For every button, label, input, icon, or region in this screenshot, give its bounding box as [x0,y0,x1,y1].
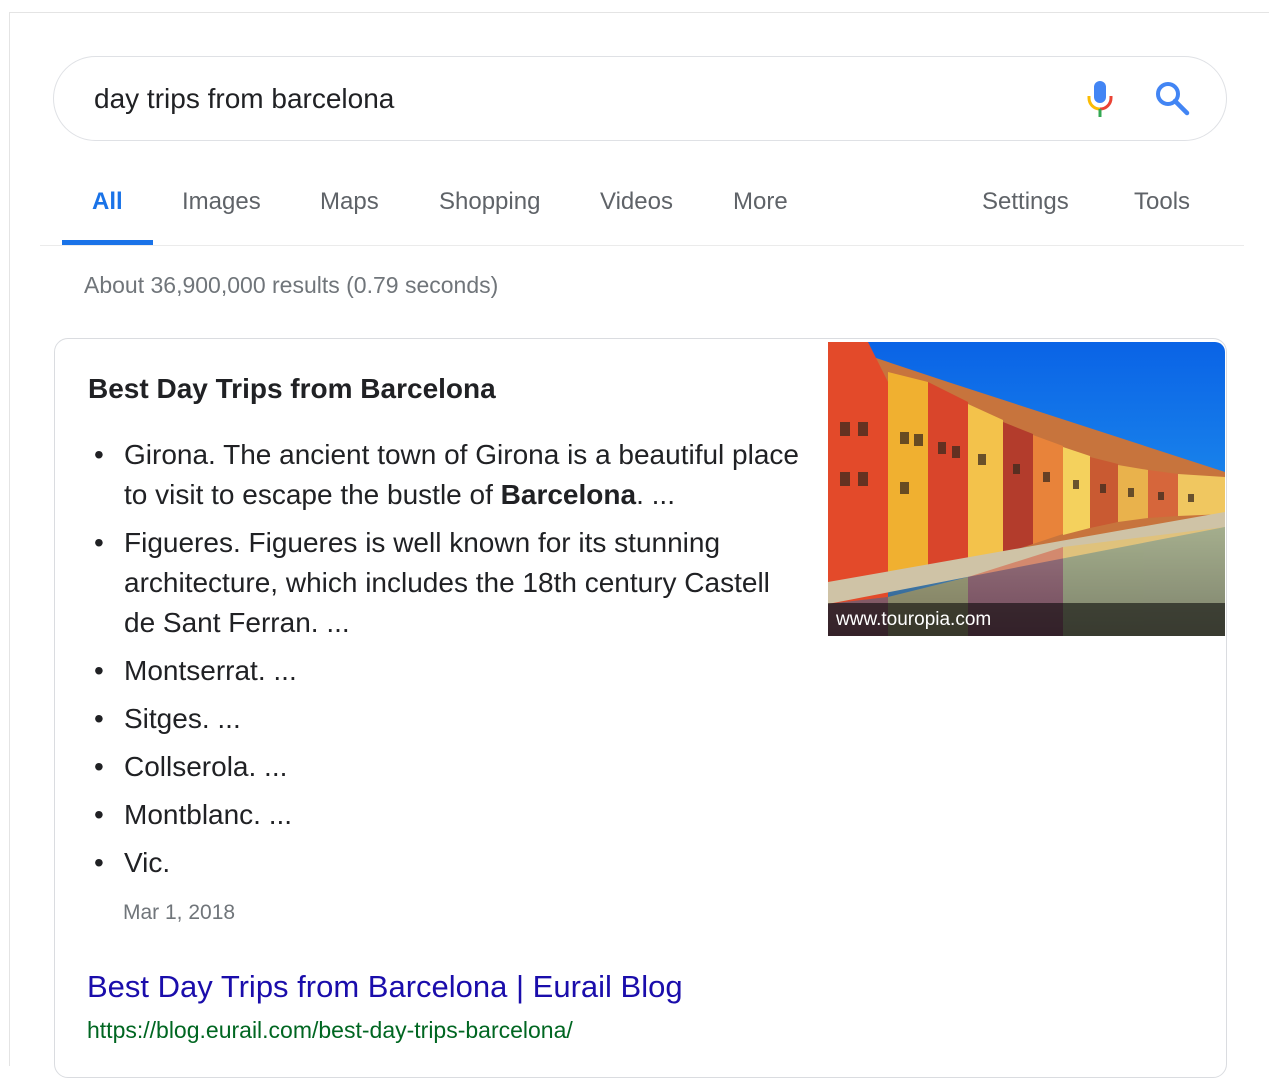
girona-photo [828,342,1225,636]
bullet: • [94,751,104,782]
result-stats: About 36,900,000 results (0.79 seconds) [84,272,499,298]
tab-maps[interactable]: Maps [320,188,379,216]
list-item-text: Figueres. Figueres is well known for its… [124,527,770,638]
tab-shopping[interactable]: Shopping [439,188,540,216]
list-item-bold: Barcelona [500,479,637,510]
list-item-text: Montblanc. ... [124,799,293,830]
bullet: • [94,847,104,878]
bullet: • [94,655,104,686]
search-tabs: All Images Maps Shopping Videos More Set… [40,172,1244,246]
tab-more[interactable]: More [733,188,788,216]
list-item: • Vic. [88,843,808,883]
list-item: • Girona. The ancient town of Girona is a… [88,435,808,515]
tab-settings[interactable]: Settings [982,188,1069,216]
tab-tools[interactable]: Tools [1134,188,1190,216]
search-bar[interactable] [53,56,1227,141]
list-item: • Sitges. ... [88,699,808,739]
list-item-text: Sitges. ... [124,703,241,734]
snippet-title: Best Day Trips from Barcelona [88,373,496,404]
list-item: • Figueres. Figueres is well known for it… [88,523,808,643]
list-item: • Montblanc. ... [88,795,808,835]
featured-snippet: Best Day Trips from Barcelona • Girona. T… [54,338,1227,1078]
list-item-text: Collserola. ... [124,751,288,782]
active-tab-indicator [62,240,153,245]
image-source-caption: www.touropia.com [828,603,1225,636]
snippet-list: • Girona. The ancient town of Girona is a… [88,435,808,891]
tab-videos[interactable]: Videos [600,188,673,216]
list-item-text: Girona. The ancient town of Girona is a … [124,439,799,510]
result-url: https://blog.eurail.com/best-day-trips-b… [87,1017,573,1043]
snippet-image[interactable]: www.touropia.com [828,342,1225,636]
list-item-text-end: . ... [636,479,675,510]
bullet: • [94,703,104,734]
list-item: • Montserrat. ... [88,651,808,691]
tab-all[interactable]: All [92,188,123,216]
bullet: • [94,799,104,830]
list-item-text: Montserrat. ... [124,655,297,686]
tab-images[interactable]: Images [182,188,261,216]
bullet: • [94,527,104,558]
list-item-text: Vic. [124,847,171,878]
search-input[interactable] [94,79,994,119]
search-icon[interactable] [1154,80,1190,116]
result-title-link[interactable]: Best Day Trips from Barcelona | Eurail B… [87,969,683,1005]
list-item: • Collserola. ... [88,747,808,787]
bullet: • [94,439,104,470]
microphone-icon[interactable] [1084,79,1116,119]
snippet-date: Mar 1, 2018 [123,901,236,924]
